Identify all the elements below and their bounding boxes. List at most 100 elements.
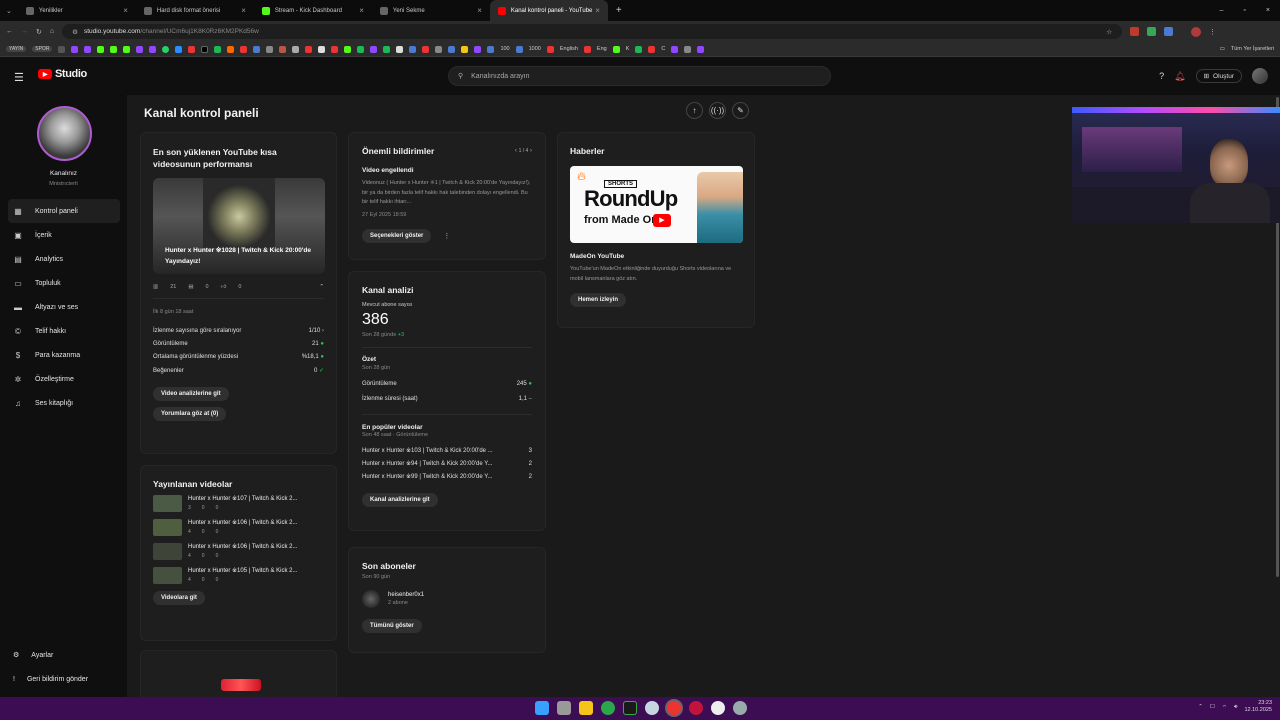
bookmark-icon[interactable] bbox=[214, 45, 222, 53]
sidebar-item-customization[interactable]: ✲ Özelleştirme bbox=[8, 367, 120, 391]
bookmark-icon[interactable] bbox=[515, 45, 523, 53]
news-banner[interactable]: 🔥︎ SHORTS RoundUp from Made On ▶ bbox=[570, 166, 743, 243]
chevron-left-icon[interactable]: ‹ bbox=[515, 148, 517, 154]
channel-avatar[interactable] bbox=[37, 106, 92, 161]
bookmark-icon[interactable] bbox=[136, 45, 144, 53]
chevron-right-icon[interactable]: › bbox=[322, 328, 324, 334]
bookmark-icon[interactable] bbox=[279, 45, 287, 53]
forward-icon[interactable]: → bbox=[21, 28, 28, 35]
bookmark-label[interactable]: 1000 bbox=[529, 46, 541, 52]
bookmark-icon[interactable] bbox=[635, 45, 643, 53]
bookmark-star-icon[interactable]: ☆ bbox=[1106, 28, 1112, 36]
close-icon[interactable]: × bbox=[477, 6, 482, 15]
bookmark-icon[interactable] bbox=[149, 45, 157, 53]
list-item[interactable]: Hunter x Hunter ※106 | Twitch & Kick 2..… bbox=[153, 519, 324, 536]
bookmark-icon[interactable] bbox=[253, 45, 261, 53]
sidebar-item-community[interactable]: ▭ Topluluk bbox=[8, 271, 120, 295]
list-item[interactable]: Hunter x Hunter ※106 | Twitch & Kick 2..… bbox=[153, 543, 324, 560]
bookmark-icon[interactable] bbox=[396, 45, 404, 53]
bookmark-icon[interactable] bbox=[448, 45, 456, 53]
bookmark-icon[interactable] bbox=[71, 45, 79, 53]
go-live-icon[interactable]: ((·)) bbox=[709, 102, 726, 119]
bookmark-icon[interactable] bbox=[487, 45, 495, 53]
bookmark-folder[interactable]: YAYIN bbox=[6, 46, 27, 52]
tiktok-icon[interactable] bbox=[201, 45, 209, 53]
bookmark-icon[interactable] bbox=[266, 45, 274, 53]
volume-icon[interactable]: 🔊︎ bbox=[1234, 704, 1237, 711]
steam-icon[interactable] bbox=[645, 701, 659, 715]
upload-icon[interactable]: ↑ bbox=[686, 102, 703, 119]
xbox-icon[interactable] bbox=[601, 701, 615, 715]
start-icon[interactable] bbox=[535, 701, 549, 715]
kick-bookmark-icon[interactable] bbox=[123, 45, 131, 53]
maximize-icon[interactable]: ▫ bbox=[1233, 7, 1255, 14]
url-field[interactable]: ⚙ studio.youtube.com/channel/UCm6uj1K8K0R… bbox=[62, 24, 1123, 39]
browser-tab[interactable]: Yeni Sekme × bbox=[372, 0, 490, 21]
bookmark-icon[interactable] bbox=[84, 45, 92, 53]
bookmark-icon[interactable] bbox=[357, 45, 365, 53]
top-video-row[interactable]: Hunter x Hunter ※99 | Twitch & Kick 20:0… bbox=[362, 473, 532, 481]
channel-analytics-button[interactable]: Kanal analizlerine git bbox=[362, 493, 438, 507]
bookmark-icon[interactable] bbox=[461, 45, 469, 53]
show-all-button[interactable]: Tümünü göster bbox=[362, 619, 422, 633]
whatsapp-icon[interactable] bbox=[162, 45, 170, 53]
close-icon[interactable]: × bbox=[241, 6, 246, 15]
clock[interactable]: 23:23 12.10.2025 bbox=[1244, 700, 1272, 714]
go-to-videos-button[interactable]: Videolara git bbox=[153, 591, 205, 605]
settings-icon[interactable] bbox=[733, 701, 747, 715]
sidebar-item-content[interactable]: ▣ İçerik bbox=[8, 223, 120, 247]
home-icon[interactable]: ⌂ bbox=[50, 28, 54, 35]
back-icon[interactable]: ← bbox=[6, 28, 13, 35]
help-icon[interactable]: ? bbox=[1159, 71, 1164, 81]
sidebar-item-copyright[interactable]: © Telif hakkı bbox=[8, 319, 120, 343]
bookmark-icon[interactable] bbox=[684, 45, 692, 53]
sidebar-item-subtitles[interactable]: ▬ Altyazı ve ses bbox=[8, 295, 120, 319]
bookmark-icon[interactable] bbox=[175, 45, 183, 53]
new-tab-icon[interactable]: + bbox=[608, 5, 630, 16]
sidebar-item-earn[interactable]: $ Para kazanma bbox=[8, 343, 120, 367]
apps-icon[interactable] bbox=[58, 45, 66, 53]
watch-now-button[interactable]: Hemen izleyin bbox=[570, 293, 627, 307]
bookmark-icon[interactable] bbox=[370, 45, 378, 53]
sidebar-item-settings[interactable]: ⚙ Ayarlar bbox=[8, 643, 120, 667]
bookmark-label[interactable]: Eng bbox=[597, 46, 607, 52]
browser-tab-active[interactable]: Kanal kontrol paneli - YouTube × bbox=[489, 0, 608, 21]
account-avatar[interactable] bbox=[1252, 68, 1268, 84]
collapse-icon[interactable]: ⌃ bbox=[319, 284, 324, 290]
sidebar-item-dashboard[interactable]: ▦ Kontrol paneli bbox=[8, 199, 120, 223]
minimize-icon[interactable]: – bbox=[1210, 7, 1234, 14]
browser-tab[interactable]: Stream - Kick Dashboard × bbox=[254, 0, 372, 21]
bookmark-icon[interactable] bbox=[435, 45, 443, 53]
hamburger-menu-icon[interactable]: ☰ bbox=[14, 71, 24, 84]
subscriber-item[interactable]: heisenber0x1 2 abone bbox=[362, 590, 532, 608]
extension-icon[interactable] bbox=[1130, 27, 1140, 36]
short-thumbnail[interactable]: Hunter x Hunter ※1028 | Twitch & Kick 20… bbox=[153, 178, 325, 274]
search-input[interactable]: ⚲ Kanalınızda arayın bbox=[448, 66, 831, 86]
all-bookmarks[interactable]: Tüm Yer İşaretleri bbox=[1231, 46, 1274, 52]
network-icon[interactable]: ⌔ bbox=[1222, 704, 1227, 711]
bookmark-icon[interactable] bbox=[409, 45, 417, 53]
browser-menu-icon[interactable]: ⋮ bbox=[1209, 28, 1216, 36]
kick-bookmark-icon[interactable] bbox=[110, 45, 118, 53]
chevron-right-icon[interactable]: › bbox=[530, 148, 532, 154]
kick-bookmark-icon[interactable] bbox=[97, 45, 105, 53]
browser-tab[interactable]: Yenilikler × bbox=[18, 0, 136, 21]
close-icon[interactable]: × bbox=[123, 6, 128, 15]
extension-icon[interactable] bbox=[1164, 27, 1174, 36]
close-icon[interactable]: × bbox=[359, 6, 364, 15]
studio-logo[interactable]: ▶ Studio bbox=[38, 68, 87, 80]
opera-icon[interactable] bbox=[689, 701, 703, 715]
sidebar-item-feedback[interactable]: ! Geri bildirim gönder bbox=[8, 667, 120, 691]
bookmark-icon[interactable] bbox=[227, 45, 235, 53]
site-info-icon[interactable]: ⚙ bbox=[72, 28, 78, 36]
bookmark-label[interactable]: K bbox=[626, 46, 630, 52]
bookmark-icon[interactable] bbox=[612, 45, 620, 53]
obs-icon[interactable] bbox=[711, 701, 725, 715]
bookmark-icon[interactable] bbox=[697, 45, 705, 53]
bookmark-icon[interactable] bbox=[422, 45, 430, 53]
file-explorer-icon[interactable] bbox=[579, 701, 593, 715]
show-options-button[interactable]: Seçenekleri göster bbox=[362, 228, 432, 243]
bookmark-icon[interactable] bbox=[240, 45, 248, 53]
tray-app-icon[interactable]: ☐ bbox=[1210, 704, 1215, 710]
top-video-row[interactable]: Hunter x Hunter ※103 | Twitch & Kick 20:… bbox=[362, 447, 532, 455]
